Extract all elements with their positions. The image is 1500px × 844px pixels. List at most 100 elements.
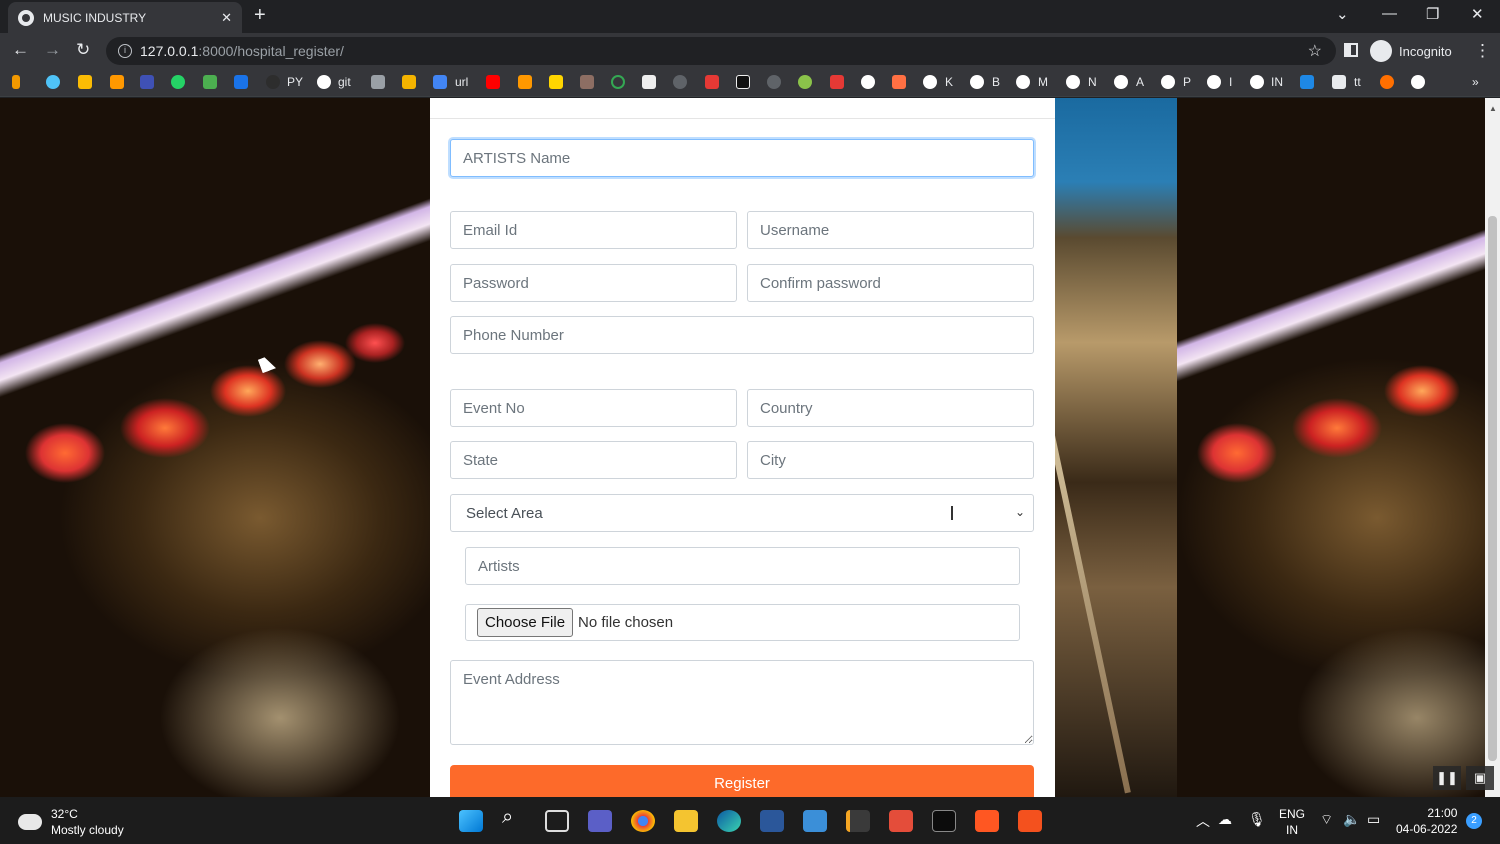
picture-in-picture-icon[interactable]: ▣ xyxy=(1466,766,1494,790)
edge-icon[interactable] xyxy=(717,810,741,832)
google-icon[interactable] xyxy=(317,75,331,89)
google-icon[interactable] xyxy=(970,75,984,89)
confirm-password-input[interactable] xyxy=(747,264,1034,302)
bookmark-label[interactable]: N xyxy=(1088,75,1097,89)
bookmark-icon[interactable] xyxy=(580,75,594,89)
bookmark-icon[interactable] xyxy=(110,75,124,89)
back-button[interactable]: ← xyxy=(12,40,29,60)
tab-search-icon[interactable]: ⌄ xyxy=(1336,5,1349,23)
start-icon[interactable] xyxy=(459,810,483,832)
bookmark-icon[interactable] xyxy=(518,75,532,89)
bookmark-icon[interactable] xyxy=(402,75,416,89)
bookmark-label[interactable]: url xyxy=(455,75,468,89)
choose-file-button[interactable]: Choose File xyxy=(477,608,574,637)
bookmark-icon[interactable] xyxy=(736,75,750,89)
scrollbar-thumb[interactable] xyxy=(1488,216,1497,761)
bookmark-icon[interactable] xyxy=(892,75,906,89)
close-window-button[interactable]: ✕ xyxy=(1471,5,1484,23)
google-icon[interactable] xyxy=(1161,75,1175,89)
bookmark-icon[interactable] xyxy=(78,75,92,89)
bookmark-label[interactable]: git xyxy=(338,75,351,89)
onedrive-icon[interactable]: ☁ xyxy=(1218,811,1232,828)
password-input[interactable] xyxy=(450,264,737,302)
notification-badge[interactable]: 2 xyxy=(1466,813,1482,829)
google-icon[interactable] xyxy=(1250,75,1264,89)
reload-button[interactable]: ↻ xyxy=(76,40,90,60)
event-address-textarea[interactable] xyxy=(450,660,1034,745)
bookmark-icon[interactable] xyxy=(1380,75,1394,89)
archive-icon[interactable] xyxy=(889,810,913,832)
search-icon[interactable]: ⌕ xyxy=(502,806,526,828)
language-indicator[interactable]: ENG IN xyxy=(1279,806,1305,838)
screen-recorder-icon[interactable] xyxy=(1018,810,1042,832)
microphone-icon[interactable]: 🎙 xyxy=(1248,811,1266,828)
bookmark-label[interactable]: K xyxy=(945,75,953,89)
address-bar[interactable]: i 127.0.0.1:8000/hospital_register/ ☆ xyxy=(106,37,1336,65)
bookmark-icon[interactable] xyxy=(767,75,781,89)
bookmark-icon[interactable] xyxy=(642,75,656,89)
bookmark-icon[interactable] xyxy=(611,75,625,89)
bookmark-icon[interactable] xyxy=(234,75,248,89)
app-icon[interactable] xyxy=(975,810,999,832)
country-input[interactable] xyxy=(747,389,1034,427)
terminal-icon[interactable] xyxy=(932,810,956,832)
bookmark-icon[interactable] xyxy=(12,75,20,89)
bookmark-icon[interactable] xyxy=(1332,75,1346,89)
minimize-button[interactable]: — xyxy=(1382,5,1397,22)
bookmark-icon[interactable] xyxy=(1300,75,1314,89)
bookmark-label[interactable]: tt xyxy=(1354,75,1361,89)
bookmark-icon[interactable] xyxy=(46,75,60,89)
email-input[interactable] xyxy=(450,211,737,249)
youtube-icon[interactable] xyxy=(486,75,500,89)
bookmark-icon[interactable] xyxy=(798,75,812,89)
google-icon[interactable] xyxy=(1207,75,1221,89)
pause-icon[interactable]: ❚❚ xyxy=(1433,766,1461,790)
event-no-input[interactable] xyxy=(450,389,737,427)
battery-icon[interactable]: ▭ xyxy=(1367,811,1380,828)
bookmark-icon[interactable] xyxy=(433,75,447,89)
browser-tab[interactable]: MUSIC INDUSTRY ✕ xyxy=(8,2,242,33)
bookmark-label[interactable]: PY xyxy=(287,75,303,89)
bookmark-label[interactable]: I xyxy=(1229,75,1232,89)
notepad-icon[interactable] xyxy=(803,810,827,832)
github-icon[interactable] xyxy=(266,75,280,89)
bookmark-icon[interactable] xyxy=(140,75,154,89)
state-input[interactable] xyxy=(450,441,737,479)
task-view-icon[interactable] xyxy=(545,810,569,832)
google-icon[interactable] xyxy=(1016,75,1030,89)
site-info-icon[interactable]: i xyxy=(118,44,132,58)
wifi-icon[interactable]: ⌔ xyxy=(1320,811,1333,829)
artists-name-input[interactable] xyxy=(450,139,1034,177)
google-icon[interactable] xyxy=(861,75,875,89)
heart-icon[interactable] xyxy=(705,75,719,89)
word-icon[interactable] xyxy=(760,810,784,832)
bookmark-star-icon[interactable]: ☆ xyxy=(1308,41,1322,61)
bookmark-icon[interactable] xyxy=(830,75,844,89)
sublime-icon[interactable] xyxy=(846,810,870,832)
register-button[interactable]: Register xyxy=(450,765,1034,797)
scroll-up-icon[interactable]: ▲ xyxy=(1489,104,1497,113)
bookmark-icon[interactable] xyxy=(673,75,687,89)
username-input[interactable] xyxy=(747,211,1034,249)
whatsapp-icon[interactable] xyxy=(171,75,185,89)
volume-icon[interactable]: 🔈 xyxy=(1343,811,1360,828)
city-input[interactable] xyxy=(747,441,1034,479)
bookmark-label[interactable]: B xyxy=(992,75,1000,89)
chrome-menu-icon[interactable]: ⋮ xyxy=(1474,41,1491,61)
bookmark-icon[interactable] xyxy=(371,75,385,89)
phone-number-input[interactable] xyxy=(450,316,1034,354)
chat-icon[interactable] xyxy=(588,810,612,832)
forward-button[interactable]: → xyxy=(44,40,61,60)
bookmark-label[interactable]: P xyxy=(1183,75,1191,89)
close-tab-icon[interactable]: ✕ xyxy=(221,10,232,26)
restore-button[interactable]: ❐ xyxy=(1426,5,1439,23)
bookmark-label[interactable]: M xyxy=(1038,75,1048,89)
artists-input[interactable] xyxy=(465,547,1020,585)
bookmark-label[interactable]: A xyxy=(1136,75,1144,89)
select-area-dropdown[interactable]: Select Area ⌄ xyxy=(450,494,1034,532)
google-icon[interactable] xyxy=(1114,75,1128,89)
system-clock[interactable]: 21:00 04-06-2022 xyxy=(1396,805,1457,837)
new-tab-button[interactable]: + xyxy=(254,4,266,27)
side-panel-icon[interactable] xyxy=(1344,43,1358,57)
bookmark-label[interactable]: IN xyxy=(1271,75,1283,89)
